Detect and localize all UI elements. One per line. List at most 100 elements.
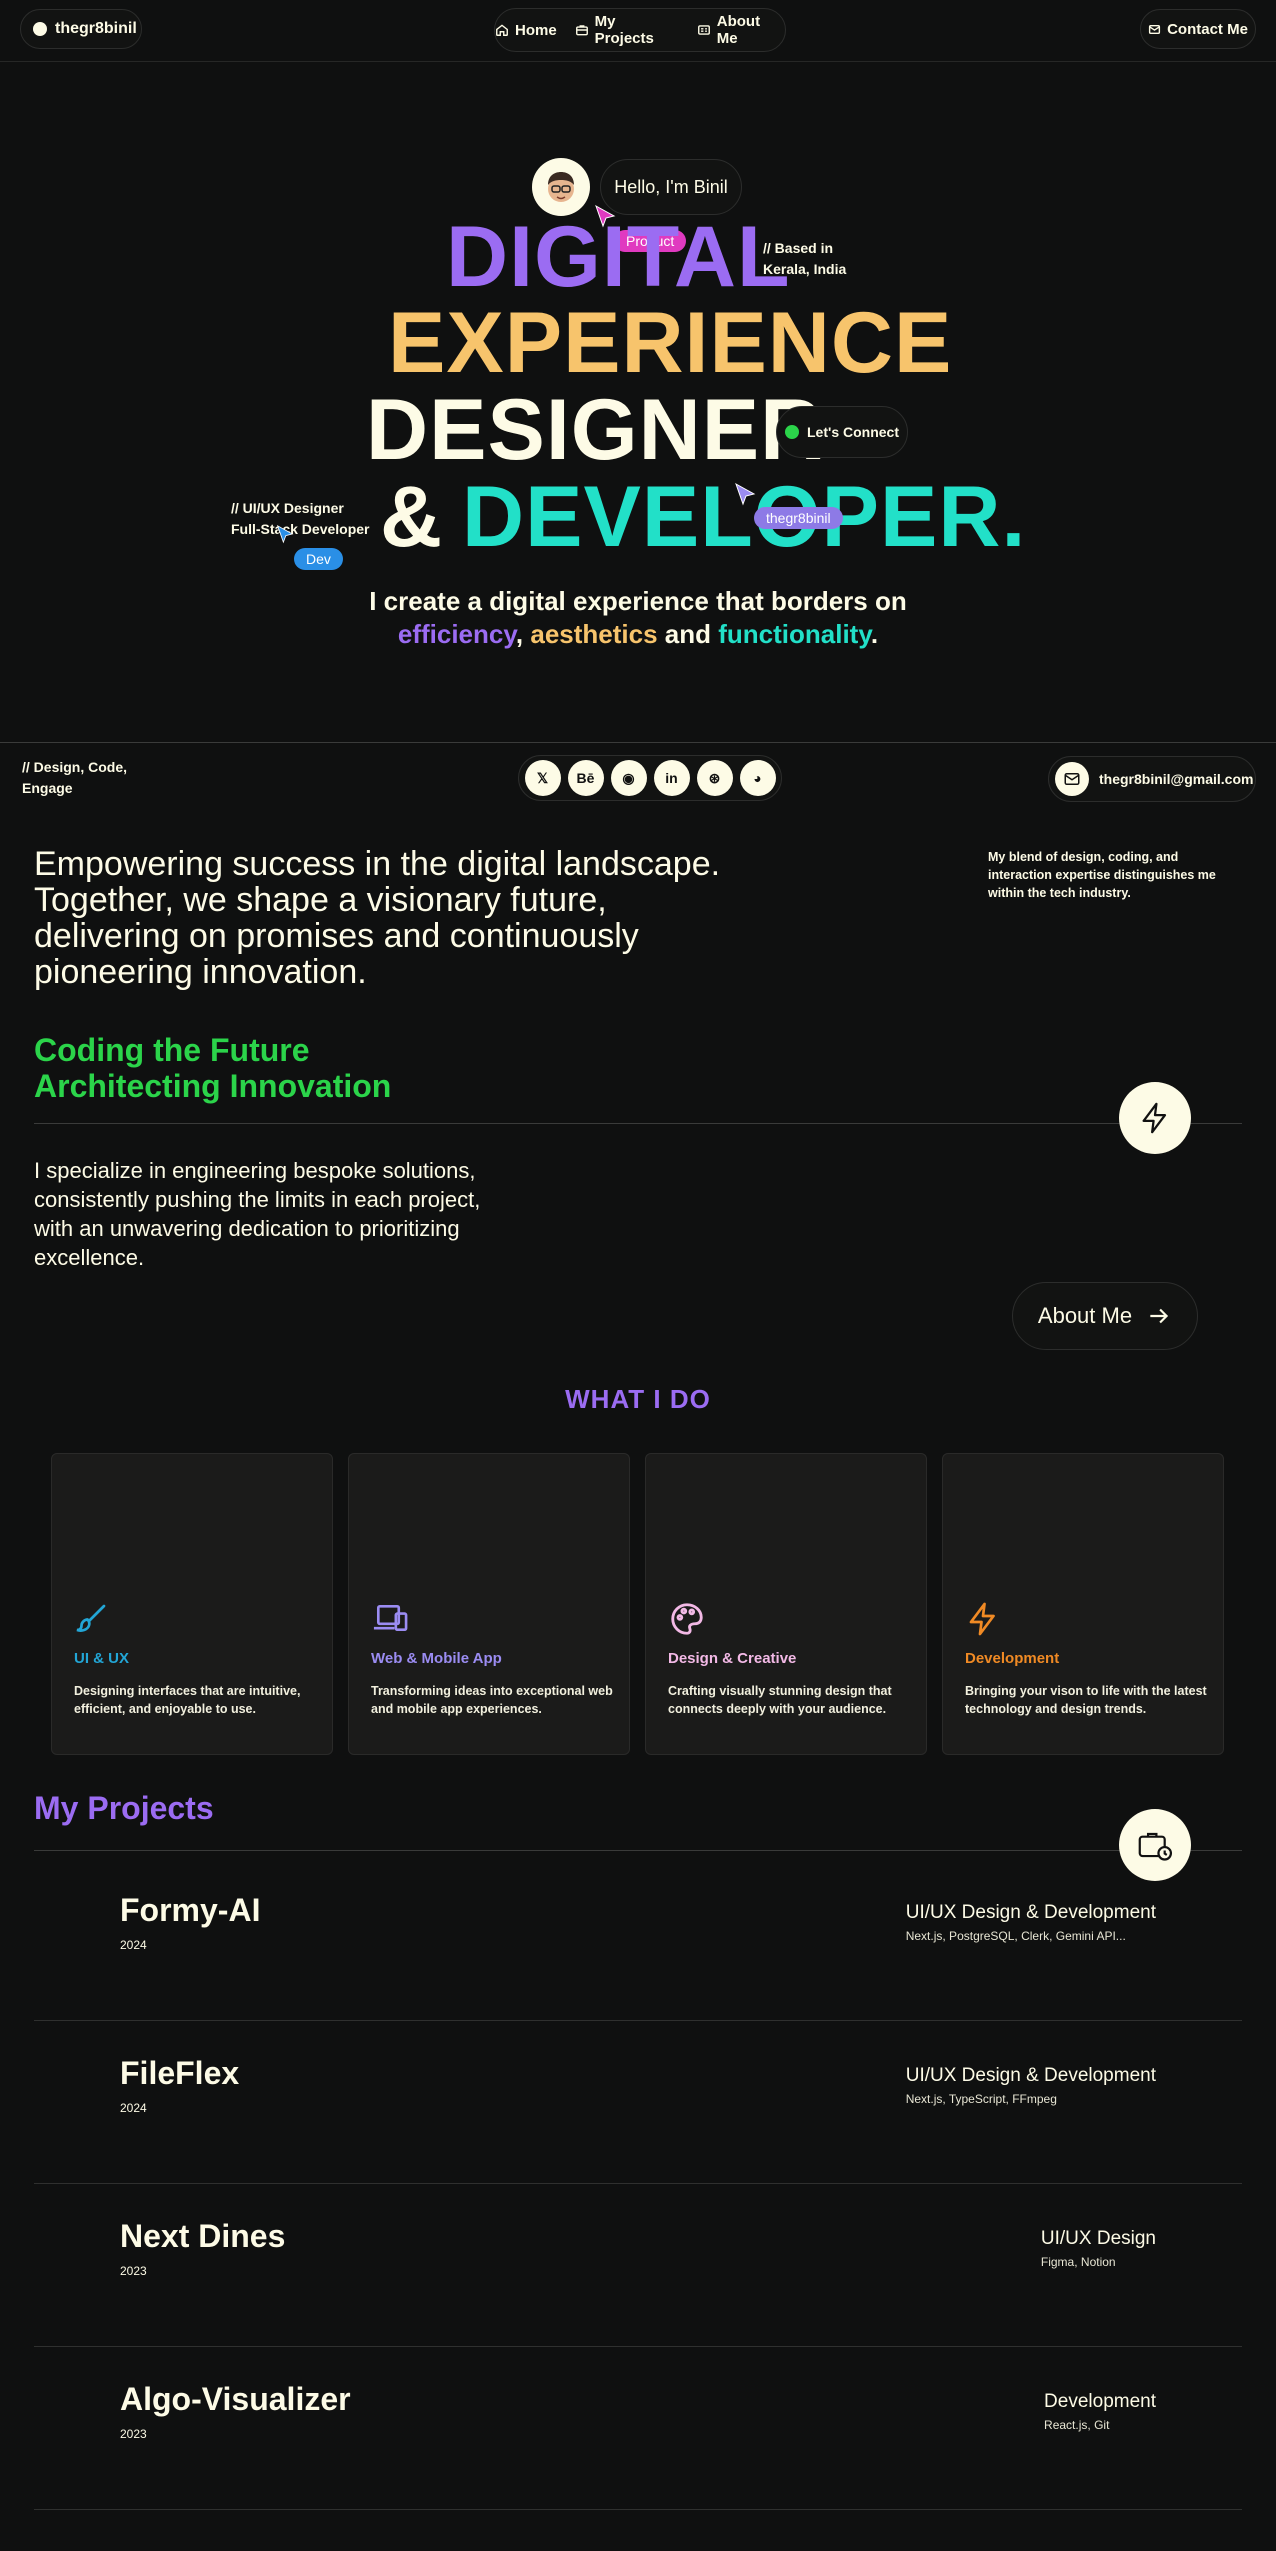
arrow-right-icon	[1150, 1308, 1169, 1324]
project-year: 2023	[120, 2427, 147, 2441]
specialize-text: I specialize in engineering bespoke solu…	[34, 1158, 481, 1270]
service-card-web-mobile[interactable]: Web & Mobile App Transforming ideas into…	[348, 1453, 630, 1755]
palette-icon	[671, 1603, 703, 1635]
project-tech: React.js, Git	[1044, 2418, 1110, 2432]
lead-efficiency: efficiency	[397, 619, 516, 649]
project-category: UI/UX Design & Development	[905, 1902, 1156, 1923]
nav-link-projects[interactable]: My Projects	[575, 13, 679, 47]
tagline-line1: Coding the Future	[34, 1032, 310, 1068]
social-links: 𝕏 Bē ◉ in ⊛ ◕	[518, 755, 782, 801]
nav-link-about[interactable]: About Me	[697, 13, 785, 47]
hero-lead-line2: efficiency, aesthetics and functionality…	[0, 617, 1276, 651]
status-dot-icon	[784, 425, 799, 439]
hero-lead-line1: I create a digital experience that borde…	[369, 586, 907, 616]
project-year: 2023	[120, 2264, 147, 2278]
dribbble-icon[interactable]: ⊛	[696, 760, 733, 796]
lead-period: .	[870, 619, 879, 649]
projects-heading: My Projects	[34, 1790, 214, 1826]
lead-functionality: functionality	[718, 619, 871, 649]
about-me-label: About Me	[1037, 1303, 1133, 1328]
social-note-line2: Engage	[22, 780, 73, 796]
lets-connect-label: Let's Connect	[806, 424, 899, 440]
service-desc: Transforming ideas into exceptional web …	[371, 1684, 613, 1716]
greeting-bubble: Hello, I'm Binil	[600, 159, 742, 215]
nav-link-about-label: About Me	[716, 13, 761, 47]
discord-icon[interactable]: ◕	[739, 760, 776, 796]
project-name: FileFlex	[120, 2055, 240, 2091]
avatar	[532, 158, 590, 216]
lets-connect-button[interactable]: Let's Connect	[776, 406, 908, 458]
email-address: thegr8binil@gmail.com	[1099, 771, 1254, 787]
role-note-line1: // UI/UX Designer	[231, 500, 344, 516]
lead-and: and	[664, 619, 712, 649]
project-meta: Development React.js, Git	[1044, 2391, 1156, 2432]
email-link[interactable]: thegr8binil@gmail.com	[1048, 756, 1256, 802]
service-title: UI & UX	[74, 1650, 130, 1667]
headline-digital: DIGITAL	[446, 209, 791, 305]
username-tag: thegr8binil	[754, 507, 843, 529]
bolt-icon	[969, 1602, 995, 1636]
project-meta: UI/UX Design Figma, Notion	[1041, 2228, 1156, 2269]
linkedin-icon[interactable]: in	[653, 760, 690, 796]
service-desc: Designing interfaces that are intuitive,…	[74, 1684, 301, 1716]
devices-icon	[373, 1604, 408, 1632]
intro-statement: Empowering success in the digital landsc…	[34, 845, 721, 991]
service-title: Design & Creative	[668, 1650, 797, 1667]
role-note-line2: Full-Stack Developer	[231, 521, 370, 537]
avatar-face-icon	[548, 172, 574, 202]
service-card-development[interactable]: Development Bringing your vison to life …	[942, 1453, 1224, 1755]
location-note: // Based in Kerala, India	[763, 238, 846, 280]
social-note: // Design, Code, Engage	[22, 757, 127, 799]
location-note-line1: // Based in	[763, 240, 834, 256]
role-note: // UI/UX Designer Full-Stack Developer	[231, 498, 370, 540]
tagline-divider	[34, 1123, 1242, 1124]
nav-link-projects-label: My Projects	[594, 13, 654, 47]
project-name: Formy-AI	[120, 1892, 261, 1928]
headline-designer: DESIGNER	[366, 382, 824, 478]
section-divider	[0, 742, 1276, 743]
services-heading: WHAT I DO	[565, 1384, 711, 1414]
cursor-purple-icon	[735, 482, 756, 506]
project-row-algo-visualizer[interactable]: Algo-Visualizer 2023 Development React.j…	[34, 2347, 1242, 2510]
mail-icon	[1148, 24, 1161, 34]
service-card-ui-ux[interactable]: UI & UX Designing interfaces that are in…	[51, 1453, 333, 1755]
nav-link-home-label: Home	[515, 21, 557, 39]
project-name: Algo-Visualizer	[120, 2381, 351, 2417]
service-title: Development	[965, 1650, 1060, 1667]
project-row-next-dines[interactable]: Next Dines 2023 UI/UX Design Figma, Noti…	[34, 2184, 1242, 2347]
service-title: Web & Mobile App	[371, 1650, 502, 1667]
nav-link-home[interactable]: Home	[495, 22, 557, 39]
project-category: Development	[1044, 2391, 1156, 2412]
about-me-button[interactable]: About Me	[1012, 1282, 1198, 1350]
project-year: 2024	[120, 1938, 147, 1952]
id-card-icon	[697, 25, 710, 35]
lead-comma: ,	[515, 619, 524, 649]
behance-icon[interactable]: Bē	[567, 760, 604, 796]
briefcase-icon	[575, 25, 588, 36]
brand-label: thegr8binil	[55, 20, 137, 37]
project-row-formy-ai[interactable]: Formy-AI 2024 UI/UX Design & Development…	[34, 1858, 1242, 2021]
contact-me-label: Contact Me	[1167, 20, 1248, 38]
headline-ampersand: &	[380, 469, 444, 565]
project-meta: UI/UX Design & Development Next.js, Type…	[906, 2065, 1156, 2106]
envelope-icon	[1055, 762, 1089, 796]
project-tech: Next.js, TypeScript, FFmpeg	[905, 2092, 1057, 2106]
github-icon[interactable]: ◉	[610, 760, 647, 796]
project-year: 2024	[120, 2101, 147, 2115]
x-twitter-icon[interactable]: 𝕏	[524, 760, 561, 796]
location-note-line2: Kerala, India	[763, 261, 847, 277]
service-card-design-creative[interactable]: Design & Creative Crafting visually stun…	[645, 1453, 927, 1755]
intro-side-note: My blend of design, coding, and interact…	[988, 850, 1216, 900]
projects-divider	[34, 1850, 1242, 1851]
service-desc: Bringing your vison to life with the lat…	[965, 1684, 1207, 1716]
project-category: UI/UX Design	[1040, 2228, 1156, 2249]
project-name: Next Dines	[120, 2218, 286, 2254]
contact-me-button[interactable]: Contact Me	[1140, 9, 1256, 49]
project-row-fileflex[interactable]: FileFlex 2024 UI/UX Design & Development…	[34, 2021, 1242, 2184]
dev-tag: Dev	[294, 548, 343, 570]
nav-links: Home My Projects About Me	[494, 8, 786, 52]
social-note-line1: // Design, Code,	[22, 759, 128, 775]
brand-link[interactable]: thegr8binil	[20, 9, 142, 49]
project-meta: UI/UX Design & Development Next.js, Post…	[906, 1902, 1156, 1943]
service-desc: Crafting visually stunning design that c…	[668, 1684, 892, 1716]
